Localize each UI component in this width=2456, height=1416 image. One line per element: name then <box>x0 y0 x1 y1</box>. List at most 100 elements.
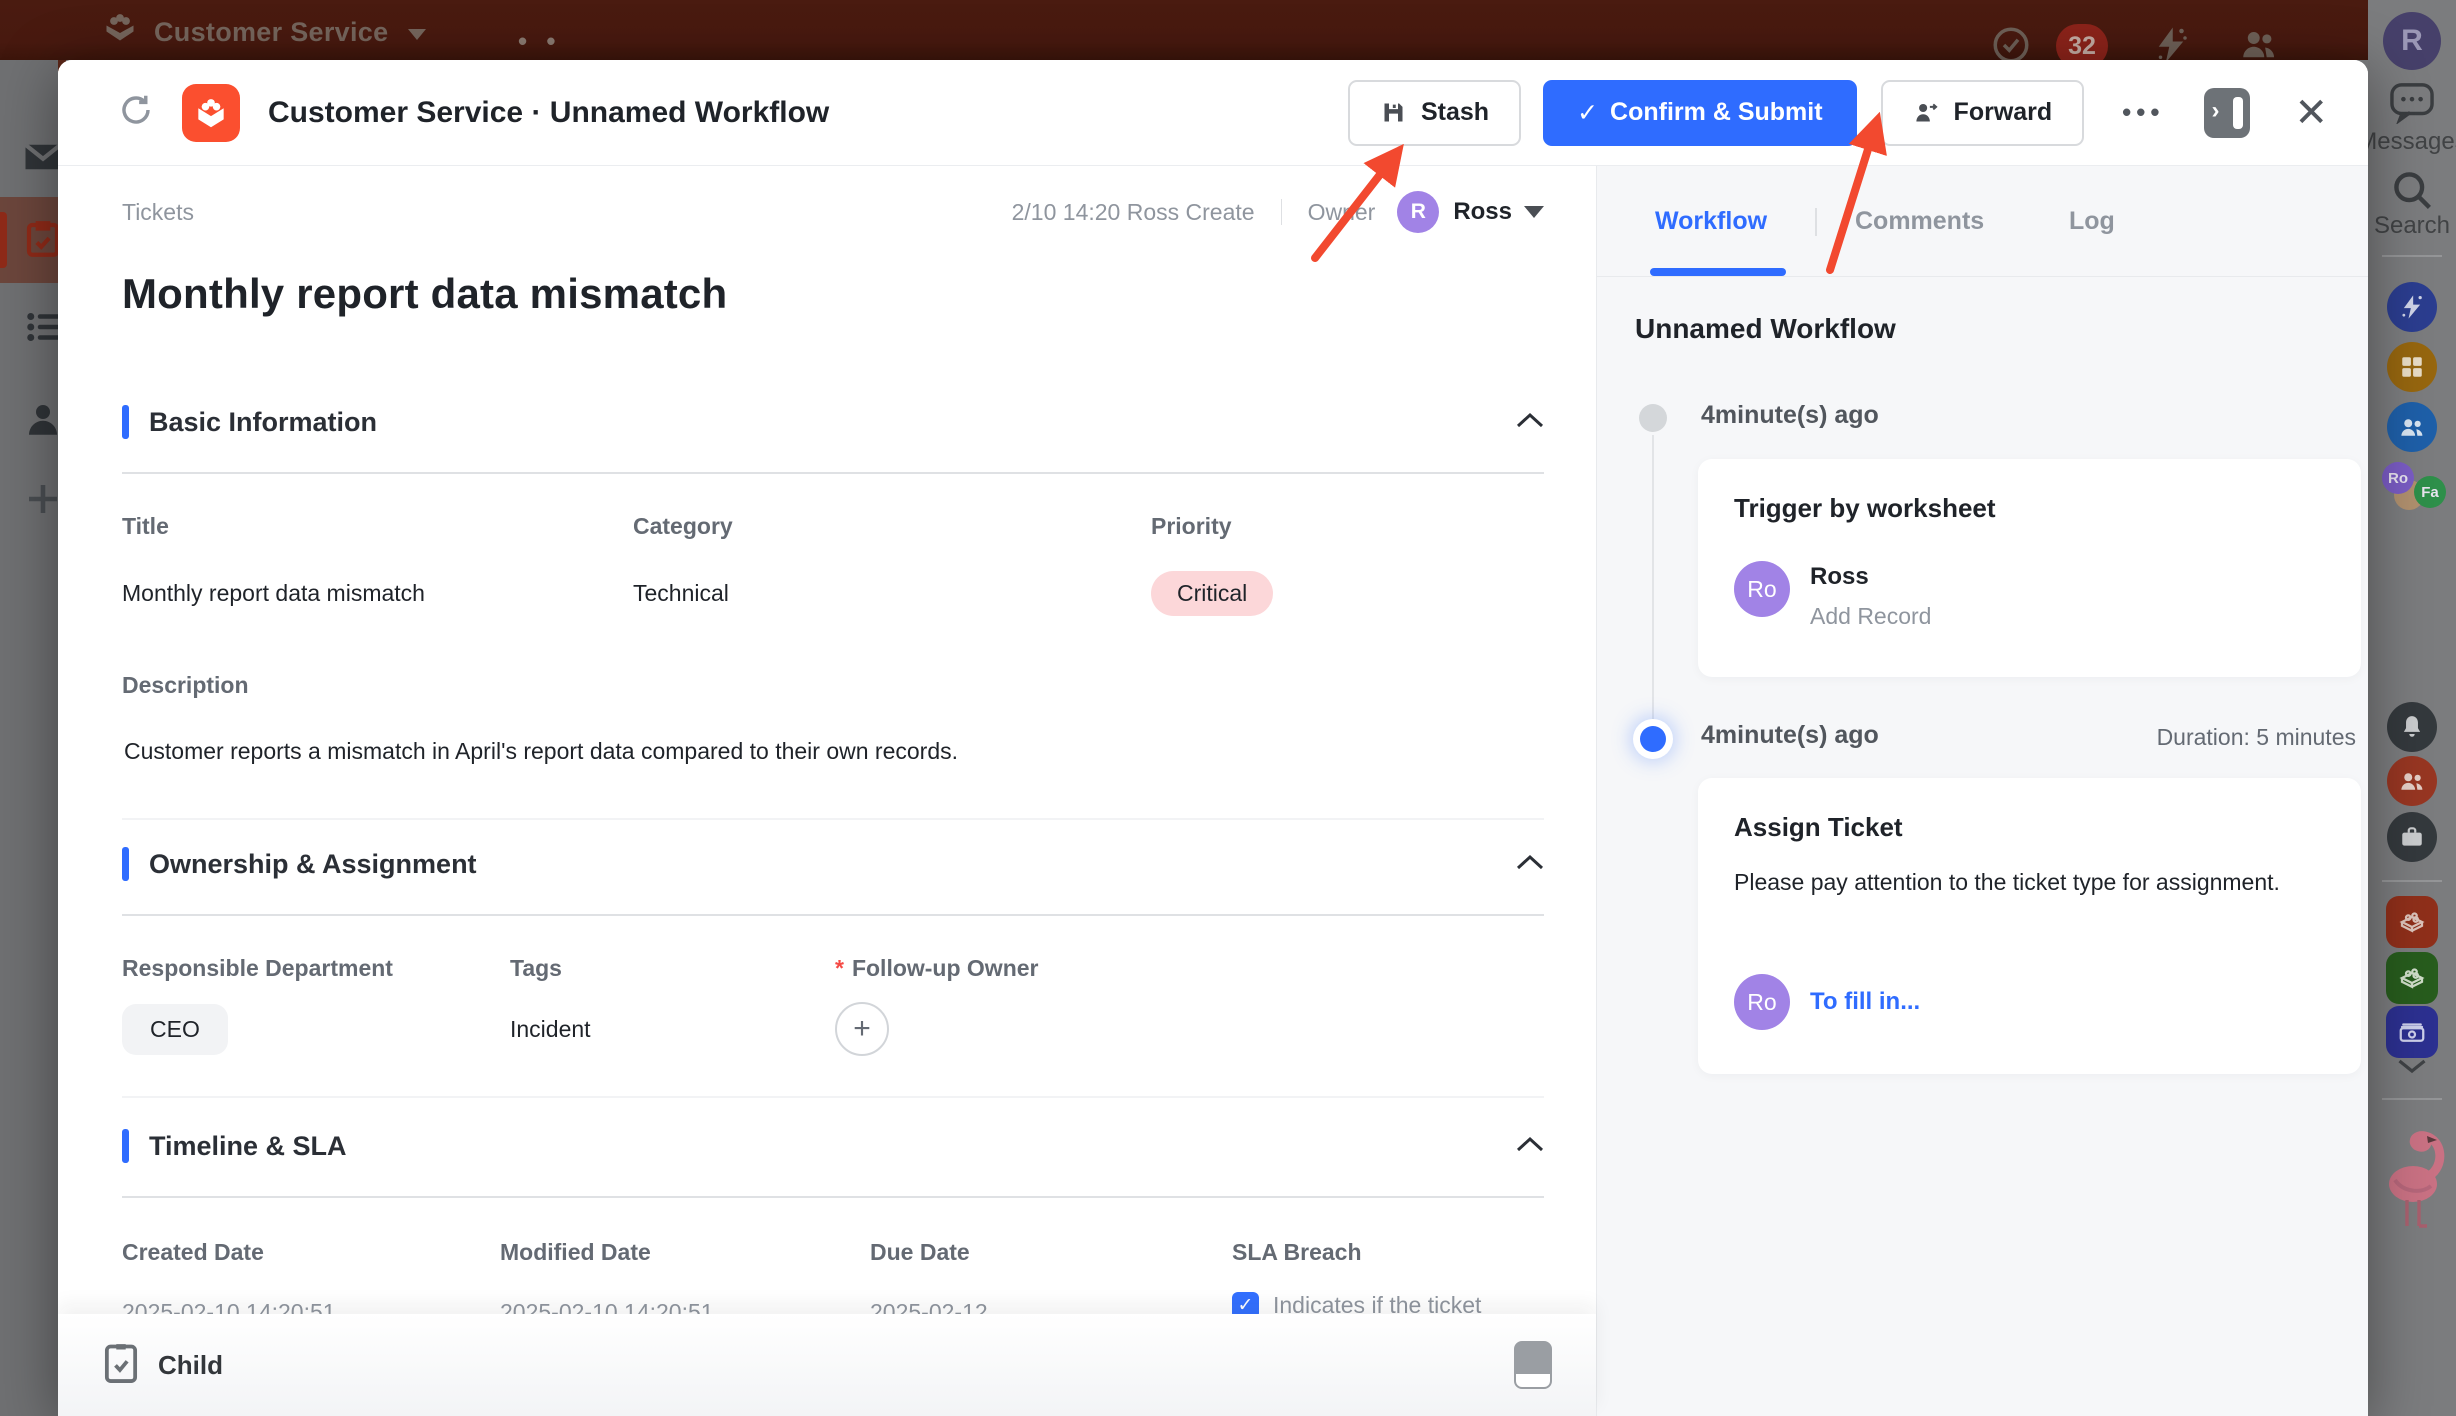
field-value-category[interactable]: Technical <box>633 568 729 618</box>
workspace-logo-icon <box>100 12 140 53</box>
screen: Customer Service • • 32 <box>0 0 2456 1416</box>
to-fill-in-link[interactable]: To fill in... <box>1810 988 1920 1016</box>
user-avatar[interactable]: R <box>2383 12 2441 70</box>
refresh-icon[interactable] <box>118 92 154 133</box>
close-icon[interactable]: ✕ <box>2294 93 2328 133</box>
app-people-icon[interactable] <box>2387 402 2437 452</box>
field-label-created-date: Created Date <box>122 1230 264 1274</box>
notifications-bell-icon[interactable] <box>2387 702 2437 752</box>
tab-comments[interactable]: Comments <box>1855 166 1984 276</box>
child-records-bar[interactable]: Child <box>58 1314 1596 1416</box>
more-tabs-dots[interactable]: • • <box>518 26 561 57</box>
chevron-up-icon[interactable] <box>1516 1136 1544 1157</box>
modal-title: Customer Service · Unnamed Workflow <box>268 96 829 130</box>
save-icon <box>1380 99 1407 126</box>
child-label: Child <box>158 1350 223 1381</box>
app-money-icon[interactable] <box>2386 1006 2438 1058</box>
tab-log[interactable]: Log <box>2069 166 2115 276</box>
step-description: Please pay attention to the ticket type … <box>1734 862 2346 902</box>
owner-name[interactable]: Ross <box>1453 198 1512 226</box>
search-label: Search <box>2374 212 2450 240</box>
chevron-up-icon[interactable] <box>1516 412 1544 433</box>
step-title: Assign Ticket <box>1734 812 1903 843</box>
app-brick-green-icon[interactable] <box>2386 952 2438 1004</box>
field-label-department: Responsible Department <box>122 946 393 990</box>
mini-avatar-ro[interactable]: Ro <box>2382 462 2414 494</box>
messages-label: Messages <box>2357 128 2456 156</box>
mini-avatar-fa[interactable]: Fa <box>2414 476 2446 508</box>
field-value-title[interactable]: Monthly report data mismatch <box>122 568 425 618</box>
field-label-category: Category <box>633 504 733 548</box>
field-label-priority: Priority <box>1151 504 1232 548</box>
confirm-submit-label: Confirm & Submit <box>1610 98 1823 127</box>
created-meta: 2/10 14:20 Ross Create <box>1012 199 1255 226</box>
field-value-description[interactable]: Customer reports a mismatch in April's r… <box>124 738 958 765</box>
chevron-down-icon[interactable] <box>2397 1058 2427 1074</box>
step-time: 4minute(s) ago <box>1701 401 1879 430</box>
flamingo-image[interactable] <box>2377 1116 2447 1236</box>
step-action: Add Record <box>1810 603 1931 630</box>
briefcase-icon[interactable] <box>2387 812 2437 862</box>
section-title: Basic Information <box>149 407 377 438</box>
record-title[interactable]: Monthly report data mismatch <box>122 270 727 318</box>
side-panel-toggle-icon[interactable]: › <box>2204 88 2250 138</box>
section-title: Ownership & Assignment <box>149 849 477 880</box>
divider <box>122 1196 1544 1198</box>
workspace-switcher[interactable]: Customer Service <box>100 12 426 53</box>
step-duration: Duration: 5 minutes <box>2157 724 2356 751</box>
section-ownership-assignment[interactable]: Ownership & Assignment <box>122 842 1544 886</box>
modal-header: Customer Service · Unnamed Workflow Stas… <box>58 60 2368 166</box>
app-brick-red-icon[interactable] <box>2386 896 2438 948</box>
background-right-rail: R Messages Search Ro Fa <box>2368 0 2456 1416</box>
forward-label: Forward <box>1954 98 2053 127</box>
rail-divider <box>2382 255 2442 257</box>
workflow-name: Unnamed Workflow <box>1635 313 1896 345</box>
section-marker <box>122 405 129 439</box>
required-asterisk: * <box>835 955 844 982</box>
section-marker <box>122 847 129 881</box>
app-logo-icon <box>182 84 240 142</box>
divider <box>122 818 1544 820</box>
field-label-due-date: Due Date <box>870 1230 970 1274</box>
record-detail-modal: Customer Service · Unnamed Workflow Stas… <box>58 60 2368 1416</box>
app-lightning-icon[interactable] <box>2387 282 2437 332</box>
field-label-description: Description <box>122 672 249 699</box>
add-owner-button[interactable]: + <box>835 1002 889 1056</box>
divider <box>122 1096 1544 1098</box>
workflow-step-card[interactable]: Trigger by worksheet Ro Ross Add Record <box>1698 459 2361 677</box>
priority-badge[interactable]: Critical <box>1151 571 1273 616</box>
section-timeline-sla[interactable]: Timeline & SLA <box>122 1124 1544 1168</box>
chevron-down-icon[interactable] <box>1524 206 1544 218</box>
section-title: Timeline & SLA <box>149 1131 347 1162</box>
department-pill[interactable]: CEO <box>122 1004 228 1055</box>
step-title: Trigger by worksheet <box>1734 493 1996 524</box>
card-view-icon[interactable] <box>1514 1341 1552 1389</box>
messages-chat-icon[interactable] <box>2389 82 2435 124</box>
background-left-rail <box>0 60 58 1416</box>
rail-divider <box>2382 880 2442 882</box>
chevron-down-icon <box>408 29 426 40</box>
owner-label: Owner <box>1308 199 1376 226</box>
chevron-up-icon[interactable] <box>1516 854 1544 875</box>
divider <box>1815 208 1817 236</box>
workflow-step-card[interactable]: Assign Ticket Please pay attention to th… <box>1698 778 2361 1074</box>
stash-label: Stash <box>1421 98 1489 127</box>
avatar-ro: Ro <box>1734 561 1790 617</box>
field-label-followup-owner: Follow-up Owner <box>852 955 1039 982</box>
confirm-submit-button[interactable]: ✓ Confirm & Submit <box>1543 80 1856 146</box>
breadcrumb[interactable]: Tickets <box>122 199 194 226</box>
check-icon: ✓ <box>1577 98 1598 128</box>
community-people-icon[interactable] <box>2387 756 2437 806</box>
forward-button[interactable]: Forward <box>1881 80 2085 146</box>
clipboard-check-icon <box>102 1341 140 1390</box>
timeline-dot-done <box>1639 404 1667 432</box>
field-value-tags[interactable]: Incident <box>510 1000 591 1058</box>
app-grid-icon[interactable] <box>2387 342 2437 392</box>
step-actor-name: Ross <box>1810 563 1869 591</box>
stash-button[interactable]: Stash <box>1348 80 1521 146</box>
section-basic-information[interactable]: Basic Information <box>122 400 1544 444</box>
more-options-button[interactable]: ••• <box>2122 97 2164 128</box>
tab-workflow[interactable]: Workflow <box>1655 166 1767 276</box>
owner-avatar[interactable]: R <box>1397 191 1439 233</box>
search-icon[interactable] <box>2390 168 2434 212</box>
